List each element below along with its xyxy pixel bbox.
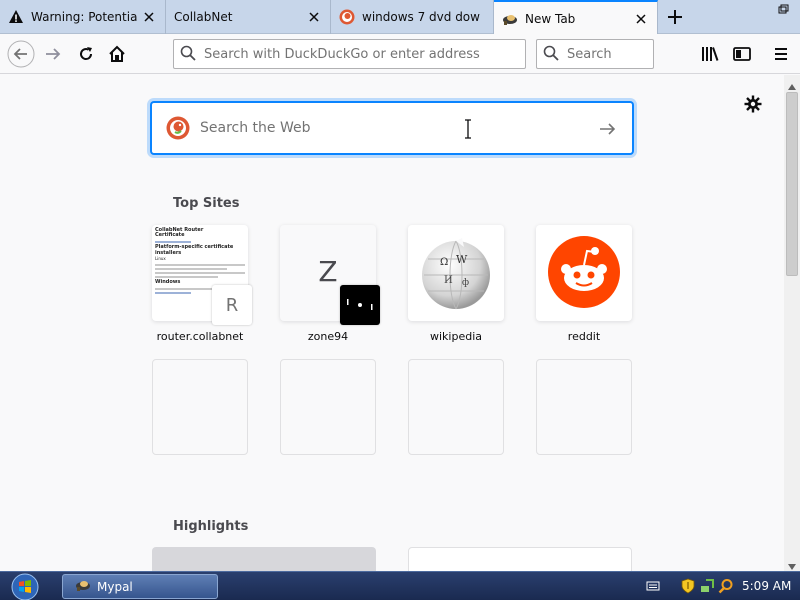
tab-title: Warning: Potential: [31, 10, 137, 24]
tab-strip: Warning: Potential CollabNet windows 7 d…: [0, 0, 800, 35]
taskbar-mypal-label: Mypal: [97, 579, 133, 594]
taskbar-clock[interactable]: 5:09 AM: [742, 579, 791, 593]
top-site-label: router.collabnet: [156, 330, 244, 343]
highlight-card[interactable]: [408, 547, 632, 571]
preview-sub2: Platform-specific certificate installers: [155, 244, 234, 256]
search-icon[interactable]: [718, 578, 734, 594]
close-tab-icon[interactable]: [137, 5, 161, 29]
preview-sub3: Linux: [155, 256, 166, 261]
restore-window-icon[interactable]: [772, 4, 792, 20]
close-tab-icon[interactable]: [629, 7, 653, 31]
forward-button[interactable]: [38, 39, 68, 69]
settings-gear-icon[interactable]: [744, 95, 762, 113]
start-button[interactable]: [8, 573, 42, 600]
top-site-label: zone94: [307, 330, 349, 343]
zone94-favicon-icon: [340, 285, 380, 325]
top-site-wikipedia[interactable]: Ω W И ф: [408, 225, 504, 321]
web-search-box[interactable]: Search the Web: [151, 102, 633, 154]
reddit-logo-icon: [547, 235, 621, 312]
empty-top-site-slot: [536, 359, 632, 455]
svg-text:Ω: Ω: [440, 257, 448, 268]
wikipedia-globe-icon: Ω W И ф: [418, 235, 494, 314]
highlight-card[interactable]: [152, 547, 376, 571]
new-tab-button[interactable]: [662, 5, 688, 29]
web-search-placeholder: Search the Web: [200, 120, 311, 136]
text-cursor-icon: [464, 119, 472, 139]
zone94-letter: Z: [318, 255, 338, 288]
mypal-icon: [502, 11, 518, 27]
new-tab-page: Search the Web Top Sites CollabNet Route…: [0, 75, 784, 571]
svg-text:И: И: [444, 275, 453, 286]
empty-top-site-slot: [152, 359, 248, 455]
vertical-scrollbar[interactable]: [784, 75, 800, 571]
tab-title: CollabNet: [174, 10, 233, 24]
scroll-up-arrow-icon[interactable]: [788, 79, 796, 93]
taskbar-mypal-button[interactable]: Mypal: [62, 574, 218, 599]
warning-icon: [8, 9, 24, 25]
search-icon: [543, 45, 559, 64]
tab-windows7[interactable]: windows 7 dvd dow: [331, 0, 494, 34]
search-placeholder: Search: [567, 46, 612, 62]
router-collabnet-badge: R: [212, 285, 252, 325]
svg-text:ф: ф: [462, 278, 469, 288]
network-icon[interactable]: [699, 578, 715, 594]
reload-button[interactable]: [71, 39, 101, 69]
url-bar[interactable]: Search with DuckDuckGo or enter address: [173, 39, 526, 69]
navigation-toolbar: Search with DuckDuckGo or enter address …: [0, 34, 800, 74]
tab-title: windows 7 dvd dow: [362, 10, 480, 24]
preview-sub1: Certificate: [155, 232, 185, 239]
tab-new-tab[interactable]: New Tab: [494, 0, 658, 35]
search-go-arrow-icon[interactable]: [597, 119, 617, 139]
svg-text:W: W: [456, 253, 468, 266]
top-site-label: reddit: [567, 330, 601, 343]
menu-button[interactable]: [766, 39, 796, 69]
search-bar[interactable]: Search: [536, 39, 654, 69]
empty-top-site-slot: [280, 359, 376, 455]
tab-title: New Tab: [525, 11, 576, 26]
tab-collabnet[interactable]: CollabNet: [166, 0, 331, 34]
duckduckgo-logo-icon: [166, 116, 190, 140]
top-sites-title: Top Sites: [173, 196, 240, 211]
top-site-reddit[interactable]: [536, 225, 632, 321]
scrollbar-thumb[interactable]: [786, 92, 798, 276]
tab-warning[interactable]: Warning: Potential: [0, 0, 166, 34]
windows-taskbar: Mypal 5:09 AM: [0, 571, 800, 600]
search-icon: [180, 45, 196, 64]
close-tab-icon[interactable]: [302, 5, 326, 29]
duckduckgo-icon: [339, 9, 355, 25]
top-site-label: wikipedia: [429, 330, 482, 343]
empty-top-site-slot: [408, 359, 504, 455]
home-button[interactable]: [102, 39, 132, 69]
library-button[interactable]: [695, 39, 725, 69]
url-placeholder: Search with DuckDuckGo or enter address: [204, 46, 480, 62]
highlights-title: Highlights: [173, 519, 249, 534]
sidebar-button[interactable]: [727, 39, 757, 69]
keyboard-icon[interactable]: [645, 578, 661, 594]
mypal-icon: [75, 577, 91, 596]
back-button[interactable]: [6, 39, 36, 69]
security-shield-icon[interactable]: [680, 578, 696, 594]
